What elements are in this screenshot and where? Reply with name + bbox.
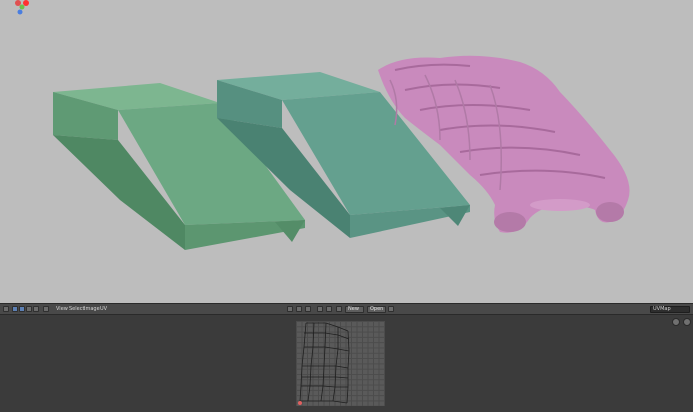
- editor-type-button[interactable]: [3, 306, 9, 312]
- snap-button[interactable]: [305, 306, 311, 312]
- select-mode-vertex-button[interactable]: [12, 306, 18, 312]
- uvs-menu[interactable]: UV: [100, 306, 107, 313]
- 3d-viewport[interactable]: [0, 0, 693, 303]
- axis-gizmo-icon[interactable]: [0, 0, 36, 16]
- pivot-button[interactable]: [287, 306, 293, 312]
- select-mode-island-button[interactable]: [33, 306, 39, 312]
- image-new-button[interactable]: New: [345, 306, 364, 313]
- pan-icon[interactable]: [683, 318, 691, 326]
- sticky-select-button[interactable]: [43, 306, 49, 312]
- search-icon[interactable]: [388, 306, 394, 312]
- uv-editor-header: View Select Image UV New Open UVMap: [0, 303, 693, 315]
- proportional-edit-button[interactable]: [296, 306, 302, 312]
- image-menu[interactable]: Image: [84, 306, 100, 313]
- pin-icon[interactable]: [326, 306, 332, 312]
- uv-island-mesh[interactable]: [296, 321, 385, 406]
- select-mode-face-button[interactable]: [26, 306, 32, 312]
- uvmap-field[interactable]: UVMap: [650, 306, 690, 313]
- select-menu[interactable]: Select: [69, 306, 84, 313]
- scene-render: [53, 55, 630, 250]
- zoom-icon[interactable]: [672, 318, 680, 326]
- view-menu[interactable]: View: [56, 306, 68, 313]
- uv-sync-button[interactable]: [317, 306, 323, 312]
- image-open-button[interactable]: Open: [367, 306, 386, 313]
- select-mode-edge-button[interactable]: [19, 306, 25, 312]
- uv-editor-area[interactable]: [0, 315, 693, 412]
- browse-image-button[interactable]: [336, 306, 342, 312]
